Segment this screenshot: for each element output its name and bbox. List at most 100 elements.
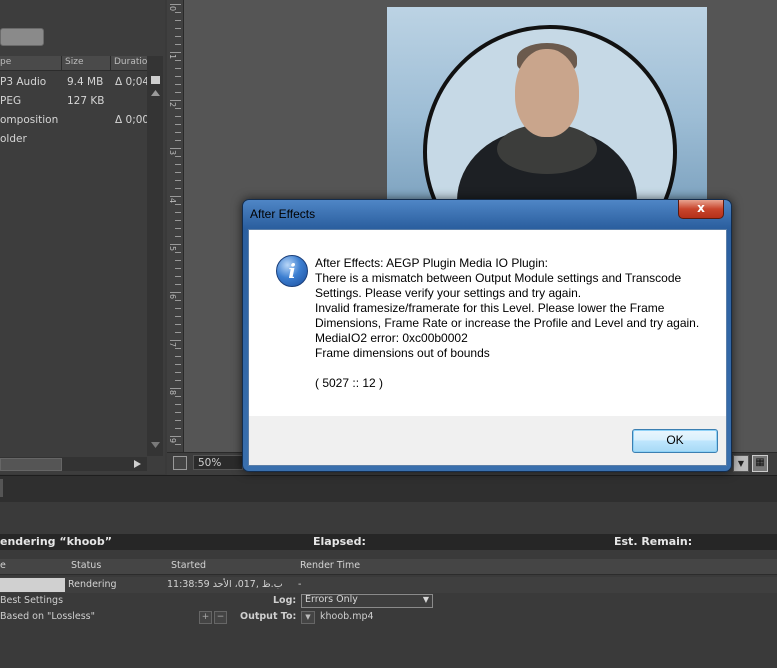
ruler-tick	[175, 140, 181, 141]
ruler-tick	[175, 124, 181, 125]
ruler-label: 9	[168, 438, 177, 444]
ruler-tick	[175, 236, 181, 237]
output-module-link[interactable]: Based on "Lossless"	[0, 611, 95, 622]
ruler-tick	[175, 20, 181, 21]
column-size[interactable]: Size	[65, 57, 83, 67]
chevron-down-icon[interactable]: ▼	[733, 455, 749, 472]
render-settings-link[interactable]: Best Settings	[0, 595, 63, 606]
ruler-label: 7	[168, 342, 177, 348]
output-dropdown-icon[interactable]: ▼	[301, 611, 315, 624]
ruler-tick	[175, 92, 181, 93]
column-status[interactable]: Status	[71, 560, 101, 571]
project-horizontal-scroll-thumb[interactable]	[0, 458, 62, 471]
render-status: Rendering	[68, 579, 117, 590]
ruler-tick	[170, 52, 181, 53]
column-render-time[interactable]: Render Time	[300, 560, 360, 571]
scroll-arrows-icon	[151, 76, 160, 448]
ruler-tick	[170, 244, 181, 245]
log-label: Log:	[273, 595, 297, 606]
close-button[interactable]: x	[678, 200, 724, 219]
ruler-tick	[170, 340, 181, 341]
ruler-tick	[170, 100, 181, 101]
project-search-input[interactable]	[0, 28, 44, 46]
ruler-tick	[175, 68, 181, 69]
project-vertical-scrollbar[interactable]	[147, 56, 163, 456]
render-time: -	[298, 579, 302, 590]
render-started: 11:38:59 ب.ظ ,017، الأحد	[167, 579, 283, 590]
ruler-tick	[175, 252, 181, 253]
ruler-tick	[175, 180, 181, 181]
ruler-tick	[175, 420, 181, 421]
ruler-tick	[175, 212, 181, 213]
ruler-tick	[175, 316, 181, 317]
ruler-tick	[175, 132, 181, 133]
dialog-body: i After Effects: AEGP Plugin Media IO Pl…	[248, 229, 727, 466]
project-column-header: pe Size Duration	[0, 56, 153, 71]
monitor-icon[interactable]	[173, 456, 187, 470]
ruler-tick	[175, 156, 181, 157]
ruler-tick	[175, 332, 181, 333]
ruler-tick	[170, 388, 181, 389]
ok-button[interactable]: OK	[632, 429, 718, 453]
ruler-tick	[170, 436, 181, 437]
column-type[interactable]: pe	[0, 57, 11, 67]
ruler-tick	[175, 60, 181, 61]
ruler-tick	[175, 164, 181, 165]
ruler-tick	[175, 356, 181, 357]
project-item[interactable]: older	[0, 131, 150, 149]
ruler-label: 2	[168, 102, 177, 108]
dialog-message-area: i After Effects: AEGP Plugin Media IO Pl…	[249, 230, 726, 416]
render-queue-header: e Status Started Render Time	[0, 559, 777, 575]
zoom-level-dropdown[interactable]: 50%	[193, 455, 243, 470]
ruler-tick	[175, 204, 181, 205]
dialog-message: After Effects: AEGP Plugin Media IO Plug…	[315, 256, 700, 390]
render-queue-item[interactable]: Rendering 11:38:59 ب.ظ ,017، الأحد -	[0, 577, 777, 593]
column-started[interactable]: Started	[171, 560, 206, 571]
ruler-tick	[175, 76, 181, 77]
project-item[interactable]: omposition Δ 0;00	[0, 112, 150, 130]
chevron-down-icon: ▼	[422, 595, 429, 604]
rendering-title: endering “khoob”	[0, 535, 112, 548]
ruler-tick	[175, 308, 181, 309]
ruler-label: 6	[168, 294, 177, 300]
project-item[interactable]: P3 Audio 9.4 MB Δ 0;04	[0, 74, 150, 92]
ruler-tick	[175, 260, 181, 261]
log-dropdown[interactable]: Errors Only ▼	[301, 594, 433, 608]
output-file-link[interactable]: khoob.mp4	[320, 611, 374, 622]
log-value: Errors Only	[305, 594, 358, 605]
remove-output-module-button[interactable]: −	[214, 611, 227, 624]
ruler-tick	[175, 172, 181, 173]
ruler-tick	[175, 220, 181, 221]
ruler-tick	[175, 444, 181, 445]
column-name[interactable]: e	[0, 560, 6, 571]
output-to-label: Output To:	[240, 611, 297, 622]
error-dialog: After Effects x i After Effects: AEGP Pl…	[242, 199, 732, 472]
ruler-label: 4	[168, 198, 177, 204]
ruler-tick	[175, 44, 181, 45]
elapsed-label: Elapsed:	[313, 535, 366, 548]
ruler-label: 8	[168, 390, 177, 396]
ruler-label: 1	[168, 54, 177, 60]
ruler-label: 3	[168, 150, 177, 156]
project-panel	[0, 0, 165, 474]
ruler-tick	[175, 428, 181, 429]
ruler-tick	[175, 276, 181, 277]
ruler-tick	[175, 116, 181, 117]
est-remain-label: Est. Remain:	[614, 535, 693, 548]
ruler-tick	[175, 380, 181, 381]
project-item[interactable]: PEG 127 KB	[0, 93, 150, 111]
ruler-tick	[170, 4, 181, 5]
ruler-label: 0	[168, 6, 177, 12]
ruler-tick	[175, 364, 181, 365]
calendar-icon[interactable]: ▦	[752, 455, 768, 472]
ruler-tick	[175, 36, 181, 37]
ruler-tick	[175, 404, 181, 405]
add-output-module-button[interactable]: +	[199, 611, 212, 624]
render-item-name-box[interactable]	[0, 578, 65, 592]
ruler-tick	[170, 148, 181, 149]
ruler-tick	[175, 188, 181, 189]
info-icon: i	[276, 255, 308, 287]
render-queue-status-bar: endering “khoob” Elapsed: Est. Remain:	[0, 534, 777, 550]
timeline-tab[interactable]	[0, 479, 3, 497]
ruler-tick	[175, 28, 181, 29]
